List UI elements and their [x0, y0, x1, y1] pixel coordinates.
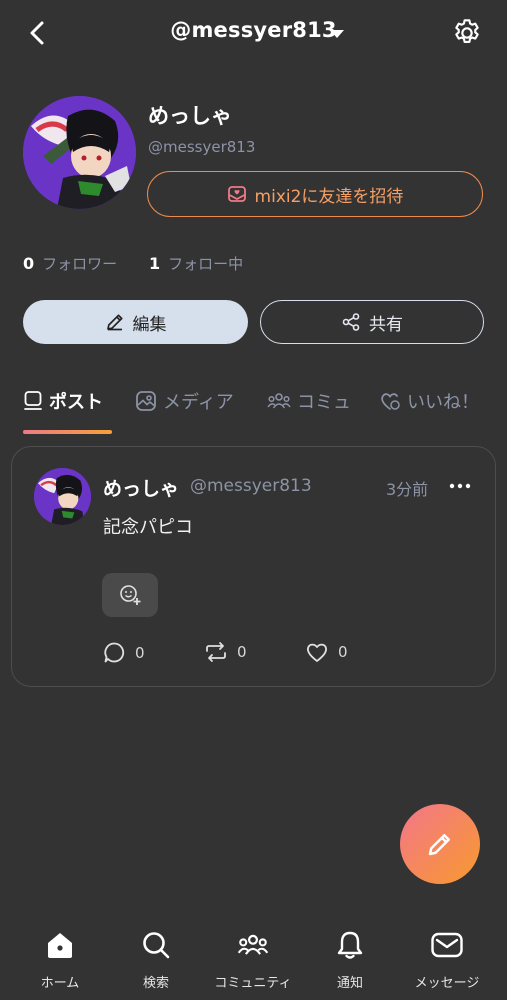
search-icon: [143, 932, 170, 959]
nav-home-label: ホーム: [40, 976, 80, 991]
header-title: @messyer813: [170, 18, 337, 42]
nav-notifications-label: 通知: [336, 976, 363, 991]
tab-likes-label: いいね！: [407, 392, 479, 413]
image-icon: [136, 391, 156, 411]
nav-search[interactable]: 検索: [111, 928, 201, 991]
community-icon: [267, 393, 291, 409]
heart-icon: [307, 643, 327, 662]
account-dropdown-button[interactable]: [329, 29, 345, 39]
following-count: 1: [149, 254, 161, 273]
repost-icon: [206, 642, 226, 662]
more-horizontal-icon: [449, 483, 471, 489]
nav-messages-label: メッセージ: [414, 976, 480, 991]
nav-community[interactable]: コミュニティ: [208, 928, 298, 991]
gear-icon: [455, 19, 479, 43]
invite-friends-button[interactable]: mixi2に友達を招待: [147, 171, 483, 217]
reply-button[interactable]: 0: [103, 641, 145, 664]
invite-mail-heart-icon: [227, 186, 246, 202]
post-timestamp: 3分前: [386, 480, 429, 499]
tab-posts-label: ポスト: [49, 392, 103, 413]
profile-avatar[interactable]: [23, 96, 136, 209]
compose-post-button[interactable]: [400, 804, 480, 884]
nav-search-label: 検索: [142, 976, 169, 991]
like-button[interactable]: 0: [305, 641, 348, 663]
add-reaction-button[interactable]: [102, 573, 158, 617]
post-body-text: 記念パピコ: [103, 517, 193, 538]
nav-community-label: コミュニティ: [214, 976, 292, 991]
following-label: フォロー中: [168, 255, 244, 273]
comment-icon: [104, 642, 125, 663]
pencil-icon: [106, 314, 123, 331]
like-count: 0: [338, 643, 348, 661]
add-emoji-icon: [120, 585, 141, 605]
post-author-name: めっしゃ: [103, 478, 180, 500]
tab-posts[interactable]: ポスト: [23, 388, 103, 414]
following-stat[interactable]: 1 フォロー中: [149, 253, 243, 274]
followers-stat[interactable]: 0 フォロワー: [23, 253, 117, 274]
nav-messages[interactable]: メッセージ: [402, 928, 492, 991]
share-label: 共有: [369, 314, 403, 335]
profile-name: めっしゃ: [148, 104, 232, 128]
account-switcher[interactable]: @messyer813: [0, 18, 507, 42]
tab-community[interactable]: コミュ: [267, 388, 351, 414]
edit-label: 編集: [132, 314, 167, 335]
caret-down-icon: [330, 30, 344, 38]
active-tab-indicator: [23, 430, 112, 434]
profile-handle: @messyer813: [148, 138, 256, 156]
community-icon: [237, 934, 269, 955]
home-icon: [48, 933, 72, 958]
tab-media-label: メディア: [163, 392, 234, 413]
followers-label: フォロワー: [42, 255, 118, 273]
tab-likes[interactable]: いいね！: [379, 388, 479, 414]
post-icon: [24, 391, 42, 410]
share-profile-button[interactable]: 共有: [260, 300, 484, 344]
repost-button[interactable]: 0: [204, 641, 247, 663]
post-more-button[interactable]: [449, 483, 471, 489]
pencil-icon: [428, 834, 450, 856]
invite-label: mixi2に友達を招待: [254, 186, 404, 207]
mail-icon: [431, 932, 463, 958]
share-icon: [342, 313, 360, 331]
bell-icon: [337, 931, 363, 959]
post-author-avatar[interactable]: [34, 468, 91, 525]
followers-count: 0: [23, 254, 35, 273]
edit-profile-button[interactable]: 編集: [23, 300, 248, 344]
reply-count: 0: [135, 643, 145, 662]
nav-home[interactable]: ホーム: [15, 928, 105, 991]
settings-button[interactable]: [451, 17, 483, 49]
repost-count: 0: [237, 643, 247, 661]
tab-media[interactable]: メディア: [135, 388, 234, 414]
tab-community-label: コミュ: [297, 392, 351, 413]
post-author-handle: @messyer813: [190, 476, 312, 496]
like-icon: [381, 393, 400, 410]
nav-notifications[interactable]: 通知: [305, 928, 395, 991]
